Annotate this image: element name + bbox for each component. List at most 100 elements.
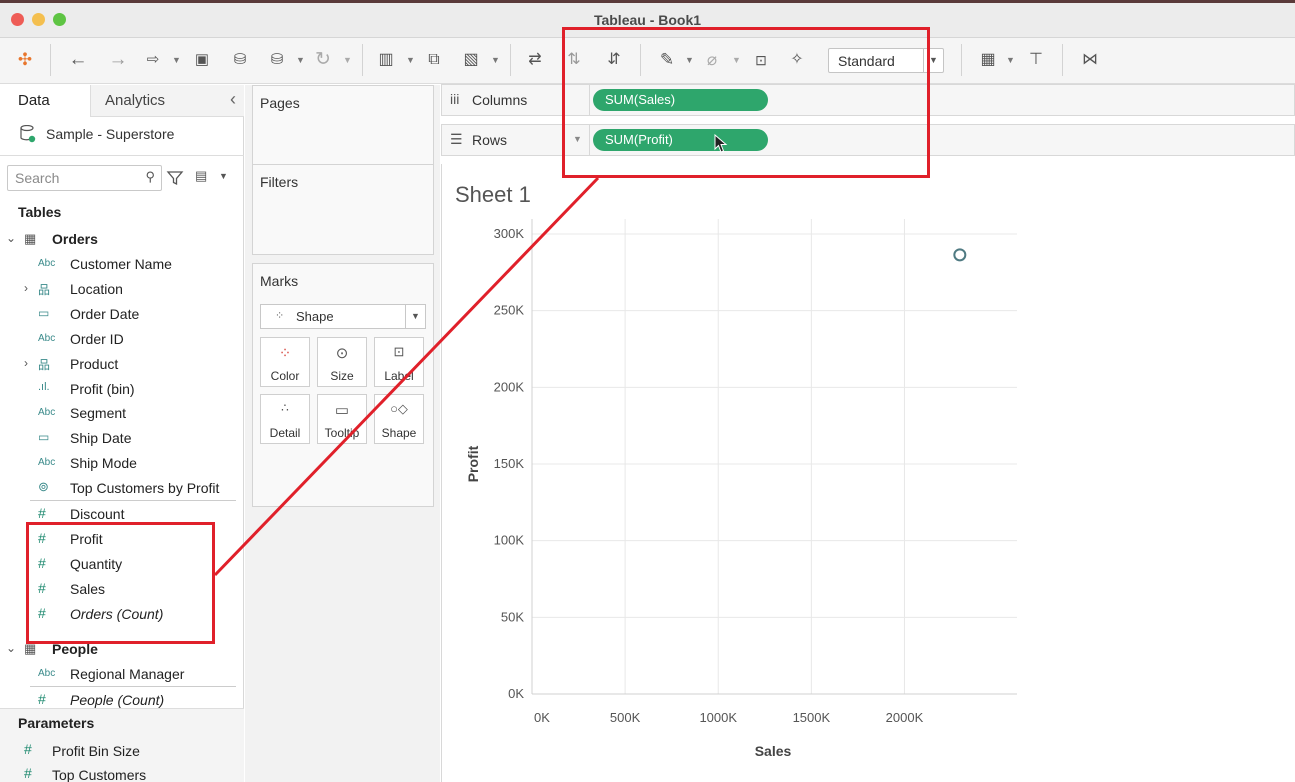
tableau-logo-icon[interactable]: ✣: [12, 46, 38, 74]
parameter-profit-bin-size[interactable]: # Profit Bin Size: [0, 741, 244, 763]
tab-analytics[interactable]: Analytics ‹: [90, 85, 244, 117]
cards-column: Pages Filters Marks ⁘ Shape ▼ ⁘ Color ⊙ …: [245, 85, 440, 782]
replay-icon[interactable]: ⇨: [140, 46, 166, 74]
y-tick-label: 250K: [494, 303, 525, 318]
chevron-right-icon[interactable]: ›: [24, 356, 28, 370]
mark-type-select[interactable]: ⁘ Shape ▼: [260, 304, 426, 329]
show-me-dropdown-icon[interactable]: ▼: [1006, 46, 1015, 74]
x-axis-title: Sales: [755, 743, 792, 759]
clear-dropdown-icon[interactable]: ▼: [491, 46, 500, 74]
x-tick-label: 0K: [534, 710, 550, 725]
detail-icon: ∴: [281, 401, 289, 415]
parameter-icon: #: [24, 765, 32, 781]
tab-data[interactable]: Data: [0, 85, 90, 117]
filter-icon[interactable]: [166, 169, 184, 187]
chevron-down-icon: ▼: [405, 305, 425, 328]
save-icon[interactable]: ▣: [189, 46, 215, 74]
pause-updates-icon[interactable]: ⛁: [264, 46, 290, 74]
parameter-icon: #: [24, 741, 32, 757]
tables-heading: Tables: [18, 204, 62, 220]
rows-icon: ☰: [450, 131, 463, 147]
y-tick-label: 150K: [494, 456, 525, 471]
y-tick-label: 100K: [494, 533, 525, 548]
y-tick-label: 50K: [501, 609, 524, 624]
bin-icon: .ıl.: [38, 381, 50, 393]
field-product[interactable]: › 品 Product: [0, 353, 244, 377]
search-field[interactable]: ⚲: [7, 165, 162, 191]
show-me-icon[interactable]: ▦: [974, 46, 1002, 74]
highlight-box-measures: [26, 522, 215, 644]
y-tick-label: 300K: [494, 226, 525, 241]
search-icon: ⚲: [145, 169, 155, 184]
chevron-right-icon[interactable]: ›: [24, 281, 28, 295]
filters-card-title: Filters: [260, 174, 299, 190]
share-icon[interactable]: ⋈: [1076, 46, 1104, 74]
window-title: Tableau - Book1: [593, 12, 702, 28]
field-top-customers-by-profit[interactable]: ⊚ Top Customers by Profit: [0, 477, 244, 501]
table-orders[interactable]: ⌄ ▦ Orders: [0, 228, 244, 252]
x-tick-label: 1500K: [793, 710, 831, 725]
field-order-date[interactable]: ▭ Order Date: [0, 303, 244, 327]
scatter-chart: 0K 50K 100K 150K 200K 250K 300K 0K 500K 1000K 1500…: [465, 219, 1017, 759]
string-type-icon: Abc: [38, 258, 56, 269]
new-datasource-icon[interactable]: ⛁: [227, 46, 253, 74]
color-button[interactable]: ⁘ Color: [260, 337, 310, 387]
field-regional-manager[interactable]: Abc Regional Manager: [0, 663, 244, 687]
label-button[interactable]: ⊡ Label: [374, 337, 424, 387]
date-type-icon: ▭: [38, 306, 50, 320]
clear-sheet-icon[interactable]: ▧: [458, 46, 484, 74]
shape-button[interactable]: ○◇ Shape: [374, 394, 424, 444]
viz-area: Sheet 1 0K 50K 100K 150K 200K 250K 300K 0K 500K 1…: [441, 164, 1295, 782]
measure-icon: #: [38, 505, 46, 521]
highlight-box-shelves: [562, 27, 930, 178]
marks-card: Marks ⁘ Shape ▼ ⁘ Color ⊙ Size ⊡ Label ∴…: [252, 263, 434, 507]
chevron-down-icon[interactable]: ⌄: [6, 231, 16, 245]
detail-button[interactable]: ∴ Detail: [260, 394, 310, 444]
pause-dropdown-icon[interactable]: ▼: [296, 46, 305, 74]
hierarchy-icon: 品: [38, 358, 51, 372]
refresh-dropdown-icon[interactable]: ▼: [343, 46, 352, 74]
x-tick-label: 2000K: [886, 710, 924, 725]
hierarchy-icon: 品: [38, 283, 51, 297]
collapse-pane-icon[interactable]: ‹: [230, 89, 236, 110]
search-input[interactable]: [15, 169, 135, 187]
data-pane: Data Analytics ‹ Sample - Superstore ⚲ ▤…: [0, 85, 244, 782]
view-list-icon[interactable]: ▤: [195, 168, 207, 184]
field-ship-mode[interactable]: Abc Ship Mode: [0, 452, 244, 476]
field-ship-date[interactable]: ▭ Ship Date: [0, 427, 244, 451]
undo-icon[interactable]: ←: [64, 46, 92, 74]
field-segment[interactable]: Abc Segment: [0, 402, 244, 426]
parameter-top-customers[interactable]: # Top Customers: [0, 765, 244, 782]
field-order-id[interactable]: Abc Order ID: [0, 328, 244, 352]
presentation-mode-icon[interactable]: ⊤: [1022, 46, 1050, 74]
size-button[interactable]: ⊙ Size: [317, 337, 367, 387]
string-type-icon: Abc: [38, 457, 56, 468]
size-icon: ⊙: [335, 345, 349, 362]
duplicate-icon[interactable]: ⧉: [421, 46, 447, 74]
data-point: [953, 248, 967, 262]
parameters-section: Parameters # Profit Bin Size # Top Custo…: [0, 708, 244, 782]
swap-rows-columns-icon[interactable]: ⇄: [522, 46, 548, 74]
field-customer-name[interactable]: Abc Customer Name: [0, 253, 244, 277]
new-worksheet-dropdown-icon[interactable]: ▼: [406, 46, 415, 74]
filters-card[interactable]: Filters: [252, 164, 434, 255]
chevron-down-icon[interactable]: ⌄: [6, 641, 16, 655]
redo-icon[interactable]: →: [104, 46, 132, 74]
set-icon: ⊚: [38, 479, 49, 494]
y-tick-label: 200K: [494, 379, 525, 394]
replay-dropdown-icon[interactable]: ▼: [172, 46, 181, 74]
string-type-icon: Abc: [38, 333, 56, 344]
columns-icon: iii: [450, 91, 460, 107]
tooltip-button[interactable]: ▭ Tooltip: [317, 394, 367, 444]
field-location[interactable]: › 品 Location: [0, 278, 244, 302]
x-tick-label: 500K: [610, 710, 641, 725]
field-profit-bin[interactable]: .ıl. Profit (bin): [0, 378, 244, 402]
new-worksheet-icon[interactable]: ▥: [373, 46, 399, 74]
tooltip-icon: ▭: [334, 402, 350, 419]
parameters-heading: Parameters: [18, 715, 95, 731]
shape-mark-icon: ⁘: [275, 310, 285, 322]
label-icon: ⊡: [393, 344, 405, 359]
y-axis-title: Profit: [465, 445, 481, 482]
view-dropdown-icon[interactable]: ▼: [219, 171, 228, 181]
refresh-icon[interactable]: ↻: [310, 46, 336, 74]
